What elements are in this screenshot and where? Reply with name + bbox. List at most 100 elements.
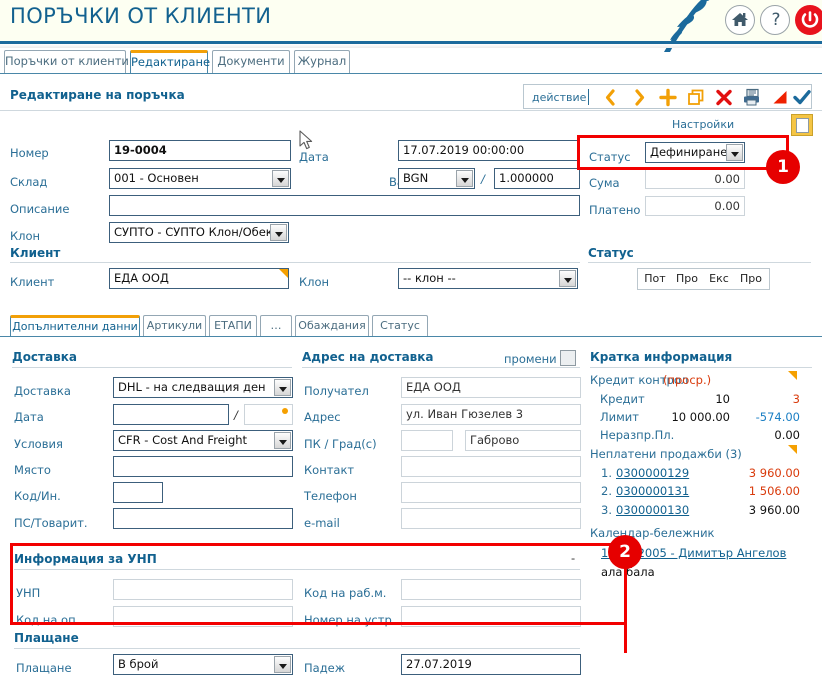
unp-collapse-marker[interactable]: - [571, 551, 575, 565]
chevron-down-icon [272, 170, 289, 187]
tab-strip-baseline [0, 73, 822, 74]
required-marker-icon [279, 269, 288, 278]
address-field[interactable]: ул. Иван Гюзелев 3 [401, 404, 581, 425]
contact-field[interactable] [401, 456, 581, 477]
print-icon[interactable] [742, 88, 762, 107]
credit-label: Кредит [600, 392, 645, 406]
label-place: Място [14, 463, 51, 477]
order-number-field[interactable]: 19-0004 [109, 140, 291, 161]
client-field[interactable]: ЕДА ООД [109, 268, 289, 289]
status-group-rule [588, 262, 811, 263]
device-number-field[interactable] [401, 606, 581, 627]
status-button-pro2[interactable]: Про [736, 271, 766, 288]
calendar-title: Календар-бележник [590, 526, 715, 540]
tab-journal[interactable]: Журнал [294, 50, 350, 73]
zip-field[interactable] [401, 430, 453, 451]
city-field[interactable]: Габрово [465, 430, 581, 451]
inner-tab-extra-data[interactable]: Допълнителни данни [10, 315, 140, 336]
payment-section-title: Плащане [14, 631, 79, 645]
recipient-field[interactable]: ЕДА ООД [401, 377, 581, 398]
label-email: e-mail [304, 516, 340, 530]
inner-tab-baseline [0, 336, 822, 337]
carrier-select[interactable]: DHL - на следващия ден [113, 377, 293, 398]
unallocated-label: Неразпр.Пл. [600, 428, 675, 442]
currency-select[interactable]: BGN [398, 168, 475, 189]
settings-toggle[interactable] [791, 114, 813, 136]
power-button[interactable] [795, 5, 822, 35]
operator-code-field[interactable] [113, 606, 293, 627]
prev-arrow-icon[interactable] [600, 88, 620, 107]
warehouse-select-value: 001 - Основен [114, 171, 199, 185]
credit-overdue-value: 3 [792, 392, 800, 406]
action-bar-divider [0, 110, 822, 111]
delivery-date-separator: / [234, 408, 238, 422]
home-button[interactable] [725, 5, 755, 35]
status-button-pot[interactable]: Пот [640, 271, 670, 288]
calendar-entry[interactable]: 14.08.2005 - Димитър Ангелов [601, 546, 786, 560]
vehicle-field[interactable] [113, 508, 293, 529]
unpaid-doc-link-1[interactable]: 0300000129 [616, 466, 689, 480]
delete-x-icon[interactable] [714, 88, 734, 107]
terms-select[interactable]: CFR - Cost And Freight [113, 430, 293, 451]
tab-orders[interactable]: Поръчки от клиенти [4, 50, 129, 73]
label-device-number: Номер на устр. [304, 613, 396, 627]
delivery-date-field-2[interactable] [244, 404, 293, 425]
status-button-pro1[interactable]: Про [672, 271, 702, 288]
chevron-down-icon [559, 270, 576, 287]
label-workplace-code: Код на раб.м. [304, 586, 387, 600]
label-due-date: Падеж [304, 661, 346, 675]
unpaid-doc-link-2[interactable]: 0300000131 [616, 484, 689, 498]
unpaid-index-1: 1. [601, 466, 612, 480]
tab-edit[interactable]: Редактиране [130, 50, 210, 73]
label-code: Код/Ин. [14, 489, 61, 503]
warehouse-select[interactable]: 001 - Основен [109, 168, 291, 189]
filter-icon[interactable] [770, 88, 790, 107]
action-toolbar: действие [523, 84, 812, 109]
label-unp: УНП [16, 586, 41, 600]
tab-documents[interactable]: Документи [212, 50, 290, 73]
add-plus-icon[interactable] [658, 88, 678, 107]
client-branch-select[interactable]: -- клон -- [398, 268, 578, 289]
inner-tab-status[interactable]: Статус [372, 315, 428, 336]
inner-tab-articles[interactable]: Артикули [143, 315, 206, 336]
chevron-down-icon [270, 224, 287, 241]
email-field[interactable] [401, 508, 581, 529]
help-button[interactable]: ? [760, 5, 790, 35]
description-field[interactable] [109, 195, 580, 216]
address-change-link[interactable]: промени » [504, 352, 567, 366]
client-branch-value: -- клон -- [403, 271, 456, 285]
next-arrow-icon[interactable] [630, 88, 650, 107]
action-label: действие [532, 91, 587, 104]
confirm-check-icon[interactable] [792, 88, 812, 107]
label-number: Номер [10, 146, 49, 160]
orange-dot-indicator-icon [282, 408, 288, 414]
inner-tab-more[interactable]: … [260, 315, 292, 336]
unpaid-doc-link-3[interactable]: 0300000130 [616, 503, 689, 517]
place-field[interactable] [113, 456, 293, 477]
address-change-checkbox[interactable] [560, 350, 576, 366]
workplace-code-field[interactable] [401, 579, 581, 600]
currency-select-value: BGN [403, 171, 429, 185]
inner-tab-strip: Допълнителни данни Артикули ЕТАПИ … Обаж… [0, 315, 822, 337]
phone-field[interactable] [401, 482, 581, 503]
due-date-field[interactable]: 27.07.2019 [401, 654, 581, 675]
carrier-select-value: DHL - на следващия ден [118, 380, 266, 394]
exchange-rate-field[interactable]: 1.000000 [494, 168, 580, 189]
status-select[interactable]: Дефиниране [645, 142, 745, 163]
unp-field[interactable] [113, 579, 293, 600]
status-button-eks[interactable]: Екс [704, 271, 734, 288]
branch-select[interactable]: СУПТО - СУПТО Клон/Обект [109, 222, 289, 243]
inner-tab-calls[interactable]: Обаждания [295, 315, 369, 336]
code-field[interactable] [113, 482, 163, 503]
terms-select-value: CFR - Cost And Freight [118, 433, 248, 447]
unpaid-amount-1: 3 960.00 [748, 466, 800, 480]
delivery-section-title: Доставка [12, 350, 77, 364]
delivery-date-field[interactable] [113, 404, 229, 425]
unpaid-amount-3: 3 960.00 [748, 503, 800, 517]
payment-select[interactable]: В брой [113, 654, 293, 675]
copy-icon[interactable] [686, 88, 706, 107]
label-carrier: Доставка [14, 384, 71, 398]
order-date-field[interactable]: 17.07.2019 00:00:00 [398, 140, 580, 161]
inner-tab-stages[interactable]: ЕТАПИ [209, 315, 257, 336]
label-branch: Клон [10, 229, 41, 243]
